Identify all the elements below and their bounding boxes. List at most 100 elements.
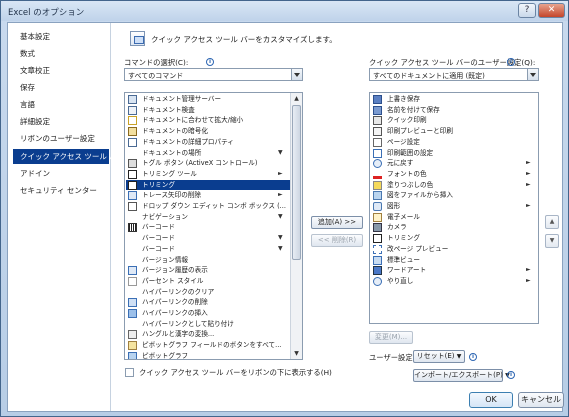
sidebar-item-addins[interactable]: アドイン bbox=[13, 166, 109, 181]
list-item[interactable]: ドキュメントに合わせて拡大/縮小 bbox=[126, 115, 290, 126]
list-item[interactable]: カメラ bbox=[371, 222, 537, 233]
list-item[interactable]: バーコード ▼ bbox=[126, 233, 290, 244]
list-item[interactable]: ハイパーリンクの削除 bbox=[126, 297, 290, 308]
list-item[interactable]: クイック印刷 bbox=[371, 115, 537, 126]
list-item[interactable]: ハイパーリンクの挿入 bbox=[126, 308, 290, 319]
quick-access-toolbar-icon bbox=[130, 31, 145, 46]
list-item[interactable]: ハイパーリンクのクリア bbox=[126, 287, 290, 298]
sidebar-item-advanced[interactable]: 詳細設定 bbox=[13, 114, 109, 129]
submenu-arrow-icon: ► bbox=[278, 191, 283, 199]
chevron-down-icon[interactable] bbox=[527, 69, 538, 80]
list-item[interactable]: トリミング ツール ► bbox=[126, 169, 290, 180]
submenu-arrow-icon: ► bbox=[526, 202, 531, 209]
list-item[interactable]: ドロップ ダウン エディット コンボ ボックス (... bbox=[126, 201, 290, 212]
list-item[interactable]: 名前を付けて保存 bbox=[371, 105, 537, 116]
ok-button[interactable]: OK bbox=[469, 392, 513, 408]
sidebar-item-proofing[interactable]: 文章校正 bbox=[13, 63, 109, 78]
modify-button[interactable]: 変更(M)... bbox=[369, 331, 413, 344]
sidebar-item-language[interactable]: 言語 bbox=[13, 97, 109, 112]
show-below-ribbon-checkbox[interactable] bbox=[125, 368, 134, 377]
list-item[interactable]: トレース矢印の削除 ► bbox=[126, 190, 290, 201]
commands-list[interactable]: ピボットグラフのデータピボットグラフピボットグラフ フィールドのボタンをすべて.… bbox=[124, 92, 303, 360]
list-item-label: ドロップ ダウン エディット コンボ ボックス (... bbox=[142, 202, 286, 210]
list-item[interactable]: ドキュメントの場所 ▼ bbox=[126, 148, 290, 159]
sidebar-item-save[interactable]: 保存 bbox=[13, 80, 109, 95]
list-item-label: 図形 bbox=[387, 202, 401, 210]
list-item-label: 上書き保存 bbox=[387, 95, 420, 103]
list-item[interactable]: バージョン履歴の表示 bbox=[126, 265, 290, 276]
list-item[interactable]: やり直し ► bbox=[371, 276, 537, 287]
help-button[interactable]: ? bbox=[518, 3, 536, 18]
sidebar-item-quick-access-toolbar[interactable]: クイック アクセス ツール バー bbox=[13, 149, 124, 164]
list-item[interactable]: ハイパーリンクとして貼り付け bbox=[126, 319, 290, 330]
list-item[interactable]: トリミング bbox=[371, 233, 537, 244]
sidebar-item-formulas[interactable]: 数式 bbox=[13, 46, 109, 61]
list-item[interactable]: ワードアート ► bbox=[371, 265, 537, 276]
main-panel: クイック アクセス ツール バーをカスタマイズします。 コマンドの選択(C): … bbox=[112, 23, 562, 411]
list-item[interactable]: ドキュメント管理サーバー bbox=[126, 94, 290, 105]
list-item-label: 電子メール bbox=[387, 212, 420, 221]
reset-button[interactable]: リセット(E) ▼ bbox=[413, 350, 465, 363]
close-button[interactable]: ✕ bbox=[538, 3, 565, 18]
list-item[interactable]: ナビゲーション ▼ bbox=[126, 212, 290, 223]
fill-color-icon bbox=[373, 180, 382, 190]
list-item[interactable]: ハングルと漢字の変換... bbox=[126, 329, 290, 340]
list-item-label: ドキュメントの暗号化 bbox=[142, 127, 208, 136]
scroll-down-icon[interactable]: ▼ bbox=[291, 348, 302, 359]
list-item[interactable]: バーコード ▼ bbox=[126, 244, 290, 255]
move-up-button[interactable]: ▲ bbox=[545, 215, 559, 229]
list-item[interactable]: 元に戻す ► bbox=[371, 158, 537, 169]
list-item[interactable]: フォントの色 ► bbox=[371, 169, 537, 180]
list-item[interactable]: 図をファイルから挿入 bbox=[371, 190, 537, 201]
list-item-label: トリミング bbox=[387, 234, 420, 243]
sidebar-item-customize-ribbon[interactable]: リボンのユーザー設定 bbox=[13, 131, 109, 146]
list-item[interactable]: ドキュメントの暗号化 bbox=[126, 126, 290, 137]
list-item-label: ナビゲーション bbox=[142, 212, 189, 221]
chevron-down-icon[interactable] bbox=[291, 69, 302, 80]
add-button[interactable]: 追加(A) >> bbox=[311, 216, 363, 229]
list-item-label: ハングルと漢字の変換... bbox=[142, 330, 215, 339]
list-item[interactable]: 印刷プレビューと印刷 bbox=[371, 126, 537, 137]
import-export-button-label: インポート/エクスポート(P) bbox=[414, 371, 503, 379]
list-item-label: ハイパーリンクの削除 bbox=[142, 298, 208, 307]
list-item[interactable]: 印刷範囲の設定 bbox=[371, 148, 537, 159]
commands-list-scrollbar[interactable]: ▲ ▼ bbox=[290, 93, 302, 359]
list-item[interactable]: トグル ボタン (ActiveX コントロール) bbox=[126, 158, 290, 169]
remove-button[interactable]: << 削除(R) bbox=[311, 234, 363, 247]
list-item[interactable]: 図形 ► bbox=[371, 201, 537, 212]
sidebar-item-basic[interactable]: 基本設定 bbox=[13, 29, 109, 44]
scroll-thumb[interactable] bbox=[292, 105, 301, 260]
cancel-button[interactable]: キャンセル bbox=[518, 392, 564, 408]
scroll-up-icon[interactable]: ▲ bbox=[291, 93, 302, 104]
list-item[interactable]: パーセント スタイル bbox=[126, 276, 290, 287]
list-item[interactable]: 塗りつぶしの色 ► bbox=[371, 180, 537, 191]
dialog-content: 基本設定 数式 文章校正 保存 言語 詳細設定 リボンのユーザー設定 クイック … bbox=[7, 22, 563, 412]
list-item[interactable]: ピボットグラフ bbox=[126, 351, 290, 359]
list-item-label: トリミング ツール bbox=[142, 169, 197, 178]
list-item[interactable]: ドキュメントの詳細プロパティ bbox=[126, 137, 290, 148]
sidebar-item-trust-center[interactable]: セキュリティ センター bbox=[13, 183, 109, 198]
import-export-button[interactable]: インポート/エクスポート(P) ▼ bbox=[413, 369, 510, 382]
list-item[interactable]: バージョン情報 bbox=[126, 255, 290, 266]
move-down-button[interactable]: ▼ bbox=[545, 234, 559, 248]
quick-access-toolbar-list[interactable]: やり直し ► ワードアート ► 標準ビュー 改ページ プレビュー トリミング カメラ 電子メール… bbox=[369, 92, 539, 324]
list-item[interactable]: 標準ビュー bbox=[371, 255, 537, 266]
crop-tool-icon bbox=[128, 169, 137, 179]
document-server-icon bbox=[128, 95, 137, 104]
list-item[interactable]: 改ページ プレビュー bbox=[371, 244, 537, 255]
toggle-button-icon bbox=[128, 159, 137, 169]
list-item[interactable]: ページ設定 bbox=[371, 137, 537, 148]
list-item[interactable]: ドキュメント検査 bbox=[126, 105, 290, 116]
page-heading: クイック アクセス ツール バーをカスタマイズします。 bbox=[151, 35, 337, 44]
list-item[interactable]: バーコード bbox=[126, 222, 290, 233]
submenu-arrow-icon: ► bbox=[526, 169, 531, 177]
commands-dropdown[interactable]: すべてのコマンド bbox=[124, 68, 303, 81]
normal-view-icon bbox=[373, 255, 382, 265]
qat-scope-dropdown[interactable]: すべてのドキュメントに適用 (既定) bbox=[369, 68, 539, 81]
list-item[interactable]: 電子メール bbox=[371, 212, 537, 223]
list-item[interactable]: 上書き保存 bbox=[371, 94, 537, 105]
list-item[interactable]: トリミング bbox=[126, 179, 290, 191]
page-break-icon bbox=[373, 244, 382, 254]
list-item[interactable]: ピボットグラフ フィールドのボタンをすべて... bbox=[126, 340, 290, 351]
list-item-label: フォントの色 bbox=[387, 169, 427, 178]
